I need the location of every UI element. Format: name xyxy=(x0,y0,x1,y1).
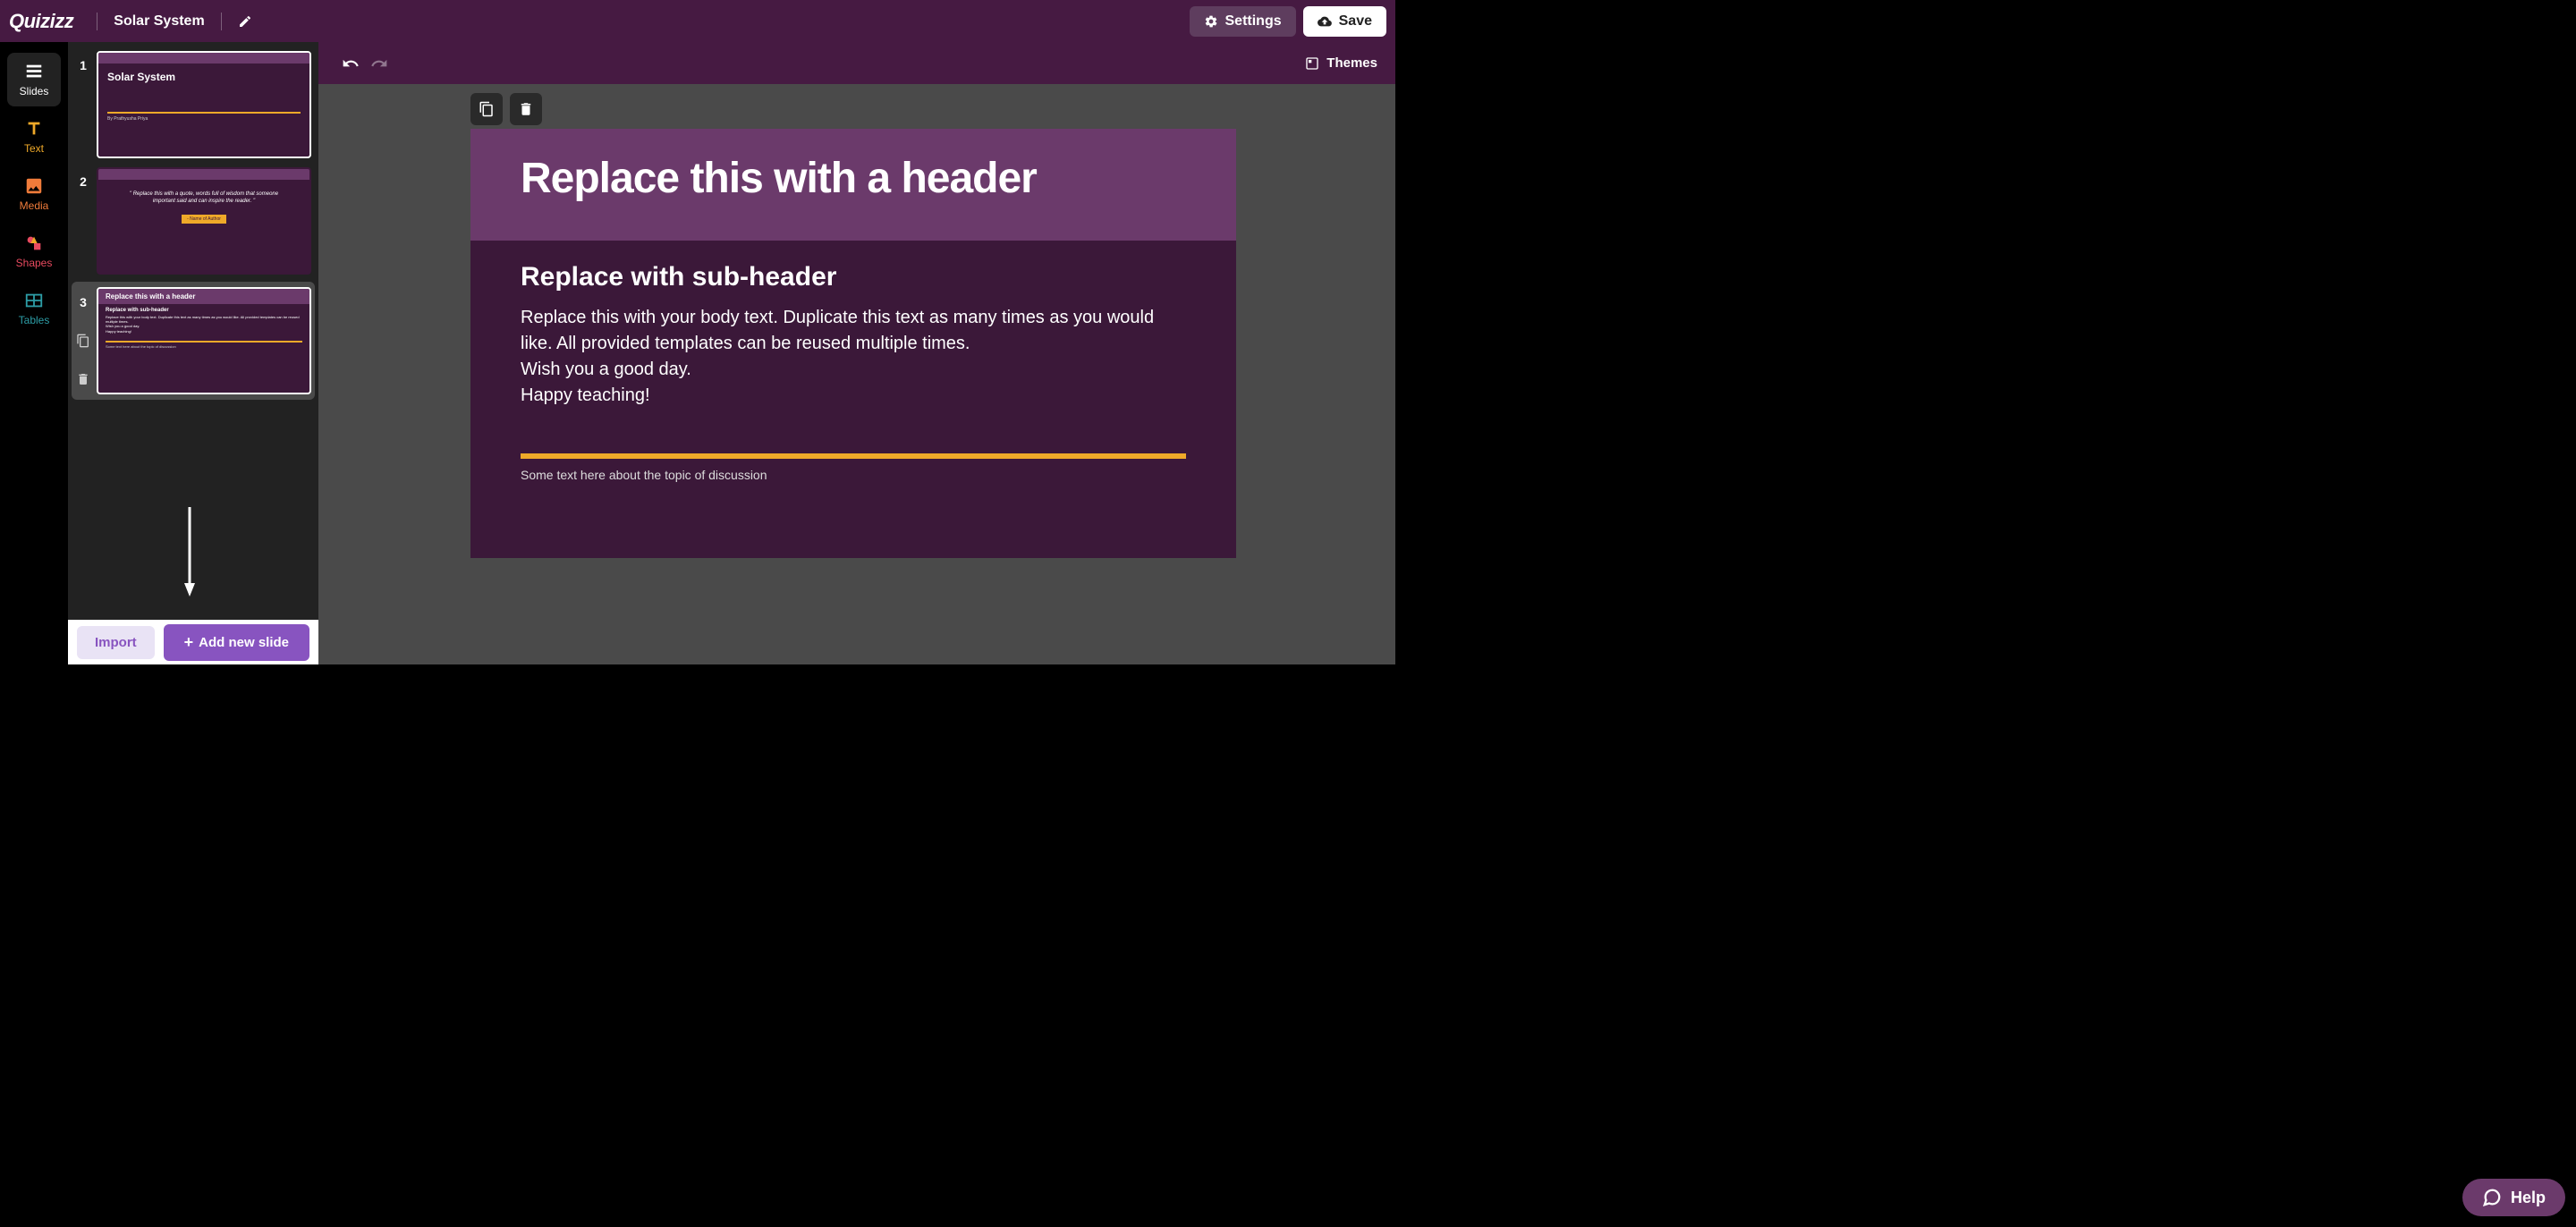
thumb-quote: " Replace this with a quote, words full … xyxy=(98,180,309,211)
tool-media[interactable]: Media xyxy=(7,167,61,221)
undo-icon xyxy=(342,55,360,72)
slide-panel: 1 Solar System By Prathyusha Priya 2 " R… xyxy=(68,42,318,664)
top-bar: Quizizz Solar System Settings Save xyxy=(0,0,1395,42)
cloud-save-icon xyxy=(1318,14,1332,29)
slide-body-region[interactable]: Replace with sub-header Replace this wit… xyxy=(470,241,1236,503)
canvas-area: Themes Replace this with a header Replac… xyxy=(318,42,1395,664)
slide-number: 3 xyxy=(75,295,91,309)
text-icon xyxy=(24,119,44,139)
slide-number: 2 xyxy=(75,174,91,189)
pencil-icon[interactable] xyxy=(238,14,252,29)
thumb-author: - Name of Author xyxy=(182,215,226,224)
settings-label: Settings xyxy=(1225,13,1282,30)
presentation-title[interactable]: Solar System xyxy=(114,13,204,30)
slide-number: 1 xyxy=(75,58,91,72)
slide-subheader-text[interactable]: Replace with sub-header xyxy=(521,262,1186,292)
divider xyxy=(221,13,222,30)
tool-tables-label: Tables xyxy=(19,314,50,326)
arrow-annotation xyxy=(184,507,195,597)
add-slide-label: Add new slide xyxy=(199,635,289,650)
redo-button[interactable] xyxy=(365,49,394,78)
tables-icon xyxy=(24,291,44,310)
tool-shapes-label: Shapes xyxy=(16,257,53,269)
left-toolbar: Slides Text Media Shapes Tables xyxy=(0,42,68,664)
undo-button[interactable] xyxy=(336,49,365,78)
slide-divider xyxy=(521,453,1186,459)
import-button[interactable]: Import xyxy=(77,626,155,659)
body-area: Slides Text Media Shapes Tables 1 xyxy=(0,42,1395,664)
gear-icon xyxy=(1204,14,1218,29)
themes-button[interactable]: Themes xyxy=(1305,55,1377,71)
slide-thumb: " Replace this with a quote, words full … xyxy=(97,167,311,275)
trash-icon xyxy=(518,101,534,117)
slide-panel-footer: Import + Add new slide xyxy=(68,620,318,664)
tool-slides[interactable]: Slides xyxy=(7,53,61,106)
tool-shapes[interactable]: Shapes xyxy=(7,224,61,278)
slide-actions xyxy=(470,93,542,125)
slide-body-text[interactable]: Replace this with your body text. Duplic… xyxy=(521,305,1186,409)
copy-icon[interactable] xyxy=(76,334,90,348)
tool-text-label: Text xyxy=(24,142,44,155)
tool-media-label: Media xyxy=(20,199,49,212)
help-label: Help xyxy=(2511,1189,2546,1207)
thumb-body: Replace this with your body text. Duplic… xyxy=(106,315,302,334)
slide-thumbnail-1[interactable]: 1 Solar System By Prathyusha Priya xyxy=(72,49,315,160)
help-button[interactable]: Help xyxy=(2462,1179,2565,1216)
duplicate-slide-button[interactable] xyxy=(470,93,503,125)
logo: Quizizz xyxy=(9,10,73,33)
slide-header-text[interactable]: Replace this with a header xyxy=(521,154,1186,203)
copy-icon xyxy=(479,101,495,117)
chat-icon xyxy=(2482,1188,2502,1207)
settings-button[interactable]: Settings xyxy=(1190,6,1296,37)
thumb-header: Replace this with a header xyxy=(98,289,309,304)
thumb-title: Solar System xyxy=(107,71,301,83)
thumb-sub: Replace with sub-header xyxy=(106,308,302,313)
slide-header-region[interactable]: Replace this with a header xyxy=(470,129,1236,241)
plus-icon: + xyxy=(184,633,194,652)
tool-slides-label: Slides xyxy=(20,85,49,97)
slide-thumb: Replace this with a header Replace with … xyxy=(97,287,311,394)
thumb-author: By Prathyusha Priya xyxy=(107,116,301,122)
save-label: Save xyxy=(1339,13,1372,30)
slide-footer-text[interactable]: Some text here about the topic of discus… xyxy=(521,468,1186,482)
canvas-toolbar: Themes xyxy=(318,42,1395,84)
delete-slide-button[interactable] xyxy=(510,93,542,125)
themes-icon xyxy=(1305,56,1319,71)
slide-thumbnail-2[interactable]: 2 " Replace this with a quote, words ful… xyxy=(72,165,315,276)
main-slide[interactable]: Replace this with a header Replace with … xyxy=(470,129,1236,558)
tool-text[interactable]: Text xyxy=(7,110,61,164)
themes-label: Themes xyxy=(1326,55,1377,71)
add-slide-button[interactable]: + Add new slide xyxy=(164,624,309,661)
shapes-icon xyxy=(24,233,44,253)
slides-icon xyxy=(24,62,44,81)
thumb-footer: Some text here about the topic of discus… xyxy=(106,344,302,349)
title-area: Solar System xyxy=(91,13,251,30)
canvas-content: Replace this with a header Replace with … xyxy=(318,84,1395,664)
trash-icon[interactable] xyxy=(76,372,90,386)
redo-icon xyxy=(370,55,388,72)
save-button[interactable]: Save xyxy=(1303,6,1386,37)
slide-thumbnail-3[interactable]: 3 Replace this with a header Replace wit… xyxy=(72,282,315,400)
media-icon xyxy=(24,176,44,196)
slide-thumb: Solar System By Prathyusha Priya xyxy=(97,51,311,158)
tool-tables[interactable]: Tables xyxy=(7,282,61,335)
